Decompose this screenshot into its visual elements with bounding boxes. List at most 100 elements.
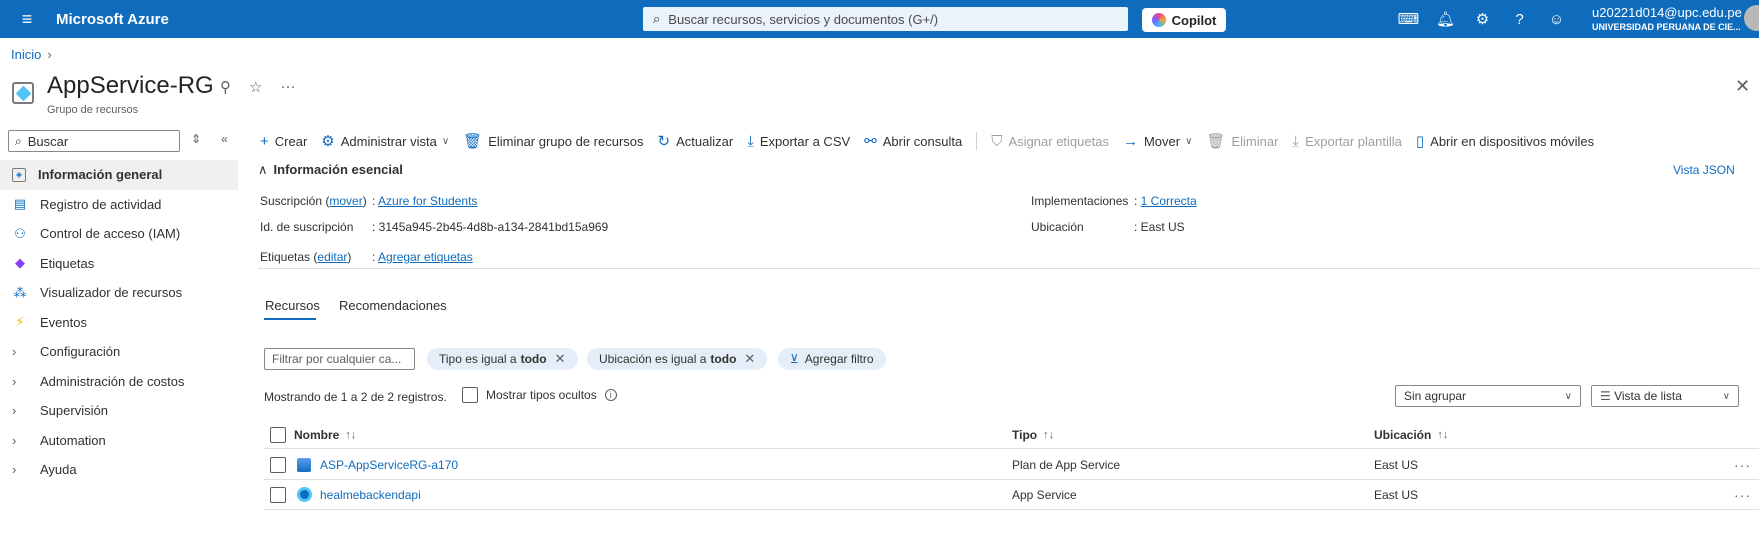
sidebar-item-label: Visualizador de recursos (40, 285, 183, 301)
sidebar-item-cost-management[interactable]: › Administración de costos (0, 367, 238, 397)
subscription-link[interactable]: Azure for Students (378, 194, 477, 208)
sidebar-item-help[interactable]: › Ayuda (0, 455, 238, 485)
assign-tags-label: Asignar etiquetas (1008, 133, 1109, 149)
cloud-shell-icon[interactable]: ⌨ (1390, 10, 1427, 28)
close-icon[interactable]: ✕ (555, 351, 566, 367)
create-label: Crear (274, 133, 308, 149)
select-all-checkbox[interactable] (270, 426, 286, 443)
export-template-button[interactable]: ⤓ Exportar plantilla (1292, 133, 1401, 150)
subscription-move-link[interactable]: mover (329, 194, 362, 208)
gear-icon[interactable]: ⚙ (1464, 10, 1501, 28)
mobile-icon: ▯ (1415, 133, 1425, 150)
overview-icon: ◈ (12, 167, 26, 182)
bell-icon[interactable]: 🔔︎ (1427, 10, 1464, 28)
pin-icon[interactable]: ⚲ (220, 78, 231, 96)
sort-icon: ↑↓ (345, 428, 357, 441)
refresh-button[interactable]: ↻ Actualizar (658, 132, 734, 150)
sidebar-item-tags[interactable]: ◆ Etiquetas (0, 249, 238, 279)
table-header: Nombre ↑↓ Tipo ↑↓ Ubicación ↑↓ (264, 421, 1759, 449)
command-bar: + Crear ⚙ Administrar vista ∨ 🗑︎ Eliminar gr… (260, 130, 1608, 152)
create-button[interactable]: + Crear (260, 133, 307, 150)
star-icon[interactable]: ☆ (249, 78, 262, 96)
filter-input[interactable]: Filtrar por cualquier ca... (264, 348, 415, 370)
arrow-right-icon: → (1122, 132, 1138, 150)
deployments-link[interactable]: 1 Correcta (1141, 194, 1197, 208)
sidebar-item-label: Información general (38, 167, 163, 183)
add-filter-button[interactable]: ⊻ Agregar filtro (778, 348, 886, 370)
global-search-input[interactable]: ⌕ Buscar recursos, servicios y documento… (643, 7, 1128, 31)
sidebar-item-iam[interactable]: ⚇ Control de acceso (IAM) (0, 219, 238, 249)
delete-resource-group-button[interactable]: 🗑︎ Eliminar grupo de recursos (463, 132, 643, 150)
info-icon[interactable]: i (604, 389, 617, 401)
copilot-icon (1151, 13, 1166, 27)
page-title: AppService-RG (47, 72, 214, 99)
location-row: Ubicación : East US (1031, 220, 1185, 234)
more-actions-icon[interactable]: ··· (1734, 450, 1751, 479)
resource-name-link[interactable]: healmebackendapi (320, 488, 421, 502)
sidebar-toggle-icon[interactable]: ⇕ (191, 132, 201, 146)
row-checkbox[interactable] (270, 486, 286, 503)
tags-edit-link[interactable]: editar (317, 250, 347, 264)
move-label: Mover (1143, 133, 1181, 149)
sidebar-item-overview[interactable]: ◈ Información general (0, 160, 238, 190)
move-button[interactable]: → Mover ∨ (1123, 133, 1192, 150)
export-csv-button[interactable]: ⤓ Exportar a CSV (747, 133, 850, 150)
table-row: ASP-AppServiceRG-a170 Plan de App Servic… (264, 450, 1759, 480)
open-query-button[interactable]: ⚯ Abrir consulta (864, 132, 962, 150)
avatar[interactable] (1744, 5, 1759, 31)
sidebar-item-activity-log[interactable]: ▤ Registro de actividad (0, 190, 238, 220)
show-hidden-types[interactable]: Mostrar tipos ocultos i (462, 387, 617, 403)
row-checkbox[interactable] (270, 456, 286, 473)
account-menu[interactable]: u20221d014@upc.edu.pe UNIVERSIDAD PERUAN… (1592, 6, 1742, 34)
sidebar-search-input[interactable]: ⌕ Buscar (8, 130, 180, 152)
show-hidden-checkbox[interactable] (462, 387, 478, 403)
view-mode-select[interactable]: ☰ Vista de lista ∨ (1591, 385, 1739, 407)
location-filter-pill[interactable]: Ubicación es igual a todo ✕ (587, 348, 768, 370)
deployments-row: Implementaciones : 1 Correcta (1031, 194, 1197, 208)
tab-recommendations[interactable]: Recomendaciones (339, 298, 447, 313)
resource-name-link[interactable]: ASP-AppServiceRG-a170 (320, 458, 458, 472)
json-view-link[interactable]: Vista JSON (1673, 163, 1735, 177)
location-filter-value: todo (710, 352, 737, 366)
account-org: UNIVERSIDAD PERUANA DE CIE... (1592, 22, 1741, 32)
resource-location: East US (1374, 487, 1419, 502)
breadcrumb-home-link[interactable]: Inicio (11, 47, 41, 62)
hamburger-menu-icon[interactable]: ≡ (8, 0, 46, 38)
group-by-value: Sin agrupar (1404, 389, 1467, 403)
breadcrumb-chevron-icon: › (47, 47, 52, 62)
chevron-down-icon: ∨ (1564, 390, 1572, 402)
collapse-sidebar-icon[interactable]: « (221, 132, 228, 146)
help-icon[interactable]: ? (1501, 11, 1538, 28)
close-icon[interactable]: ✕ (744, 351, 755, 367)
group-by-select[interactable]: Sin agrupar ∨ (1395, 385, 1581, 407)
more-actions-icon[interactable]: ··· (1734, 480, 1751, 509)
trash-icon: 🗑︎ (1206, 133, 1226, 150)
close-icon[interactable]: ✕ (1735, 76, 1750, 97)
assign-tags-button[interactable]: ⛉ Asignar etiquetas (991, 133, 1109, 150)
type-filter-pill[interactable]: Tipo es igual a todo ✕ (427, 348, 578, 370)
column-name-header[interactable]: Nombre ↑↓ (294, 421, 356, 448)
more-icon[interactable]: ··· (280, 78, 295, 96)
query-icon: ⚯ (864, 133, 877, 150)
column-type-header[interactable]: Tipo ↑↓ (1012, 421, 1054, 448)
sidebar-item-configuration[interactable]: › Configuración (0, 337, 238, 367)
sidebar-item-monitoring[interactable]: › Supervisión (0, 396, 238, 426)
add-tags-link[interactable]: Agregar etiquetas (378, 250, 473, 264)
sidebar-item-automation[interactable]: › Automation (0, 426, 238, 456)
sidebar-item-resource-visualizer[interactable]: ⁂ Visualizador de recursos (0, 278, 238, 308)
global-search-placeholder: Buscar recursos, servicios y documentos … (668, 11, 939, 27)
copilot-button[interactable]: Copilot (1142, 8, 1226, 32)
chevron-right-icon: › (12, 462, 17, 478)
tab-resources[interactable]: Recursos (265, 298, 320, 313)
column-location-header[interactable]: Ubicación ↑↓ (1374, 421, 1448, 448)
sidebar-item-events[interactable]: ⚡ Eventos (0, 308, 238, 338)
column-label: Ubicación (1374, 427, 1432, 442)
feedback-icon[interactable]: ☺ (1538, 11, 1575, 28)
tag-icon: ◆ (15, 255, 25, 271)
page-subtitle: Grupo de recursos (47, 104, 139, 116)
delete-button[interactable]: 🗑︎ Eliminar (1206, 132, 1278, 150)
manage-view-button[interactable]: ⚙ Administrar vista ∨ (321, 132, 449, 150)
essentials-toggle[interactable]: ∧ Información esencial (258, 162, 403, 178)
open-mobile-button[interactable]: ▯ Abrir en dispositivos móviles (1416, 132, 1594, 150)
brand-label[interactable]: Microsoft Azure (56, 11, 169, 28)
